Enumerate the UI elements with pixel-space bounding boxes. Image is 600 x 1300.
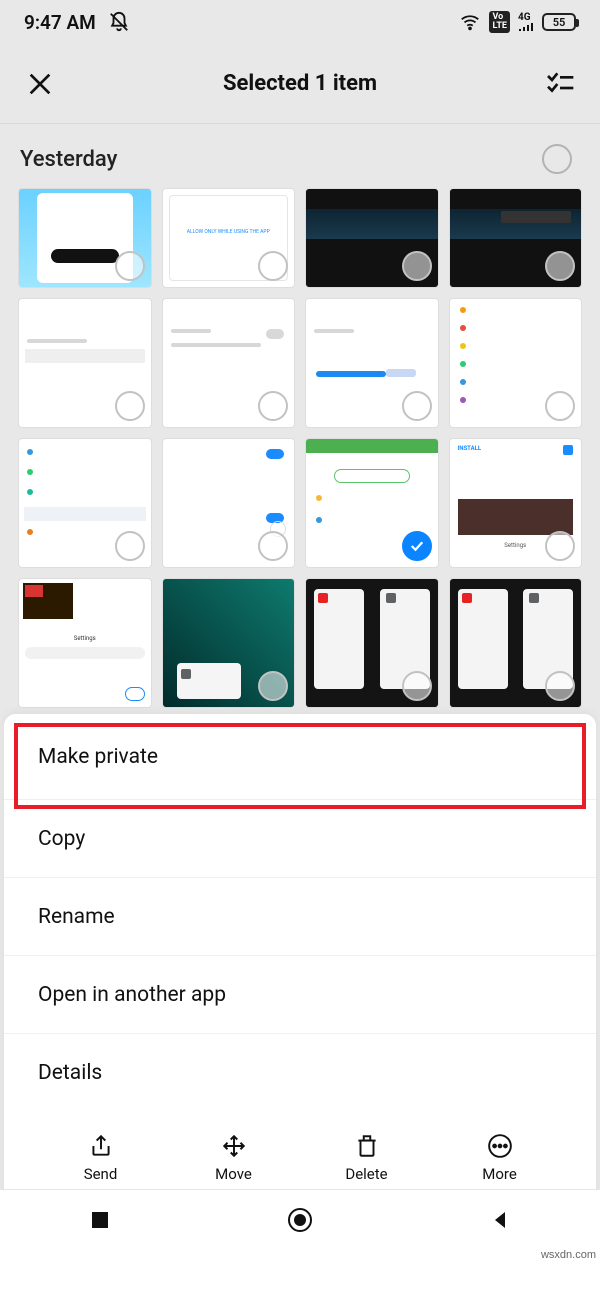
menu-rename[interactable]: Rename [4, 878, 596, 956]
thumbnail[interactable] [449, 298, 583, 428]
action-move[interactable]: Move [194, 1133, 274, 1183]
thumbnail[interactable]: ALLOW ONLY WHILE USING THE APP [162, 188, 296, 288]
action-delete[interactable]: Delete [327, 1133, 407, 1183]
thumbnail[interactable]: INSTALL Settings [449, 438, 583, 568]
section-header: Yesterday [0, 124, 600, 188]
top-bar: Selected 1 item [0, 44, 600, 124]
menu-copy[interactable]: Copy [4, 800, 596, 878]
menu-label: Rename [38, 905, 115, 929]
menu-label: Make private [38, 745, 158, 769]
thumbnail[interactable] [162, 298, 296, 428]
menu-label: Open in another app [38, 983, 226, 1007]
action-label: More [482, 1165, 517, 1183]
action-label: Move [215, 1165, 252, 1183]
menu-open-in-app[interactable]: Open in another app [4, 956, 596, 1034]
menu-label: Details [38, 1061, 102, 1085]
action-more[interactable]: More [460, 1133, 540, 1183]
thumbnail[interactable] [18, 298, 152, 428]
more-menu-sheet: Make private Copy Rename Open in another… [4, 714, 596, 1208]
status-bar: 9:47 AM VoLTE 4G 55 [0, 0, 600, 44]
thumbnail[interactable] [18, 188, 152, 288]
watermark: wsxdn.com [541, 1249, 596, 1261]
section-label: Yesterday [20, 147, 117, 172]
select-all-icon[interactable] [544, 68, 576, 100]
thumbnail[interactable] [449, 188, 583, 288]
thumbnail[interactable] [305, 298, 439, 428]
more-icon [487, 1133, 513, 1159]
trash-icon [354, 1133, 380, 1159]
thumbnail[interactable] [162, 578, 296, 708]
thumbnail[interactable] [305, 438, 439, 568]
system-nav-bar [0, 1189, 600, 1249]
battery-icon: 55 [542, 13, 576, 31]
thumbnail[interactable]: Settings [18, 578, 152, 708]
menu-make-private[interactable]: Make private [4, 714, 596, 800]
menu-details[interactable]: Details [4, 1034, 596, 1112]
nav-back[interactable] [487, 1207, 513, 1233]
action-send[interactable]: Send [61, 1133, 141, 1183]
close-icon[interactable] [24, 68, 56, 100]
action-label: Delete [345, 1165, 387, 1183]
thumbnail[interactable] [305, 578, 439, 708]
move-icon [221, 1133, 247, 1159]
menu-label: Copy [38, 827, 85, 851]
thumbnail[interactable] [305, 188, 439, 288]
section-select-all[interactable] [542, 144, 572, 174]
signal-icon: 4G [518, 13, 534, 32]
thumbnail[interactable] [162, 438, 296, 568]
thumbnail[interactable] [449, 578, 583, 708]
share-icon [88, 1133, 114, 1159]
volte-icon: VoLTE [489, 11, 510, 33]
action-label: Send [84, 1165, 118, 1183]
nav-home[interactable] [287, 1207, 313, 1233]
thumbnail[interactable] [18, 438, 152, 568]
page-title: Selected 1 item [56, 71, 544, 96]
dnd-icon [108, 11, 130, 33]
thumbnail-grid: ALLOW ONLY WHILE USING THE APP [0, 188, 600, 708]
wifi-icon [459, 11, 481, 33]
status-time: 9:47 AM [24, 11, 96, 34]
checkmark-icon [402, 531, 432, 561]
nav-recents[interactable] [87, 1207, 113, 1233]
